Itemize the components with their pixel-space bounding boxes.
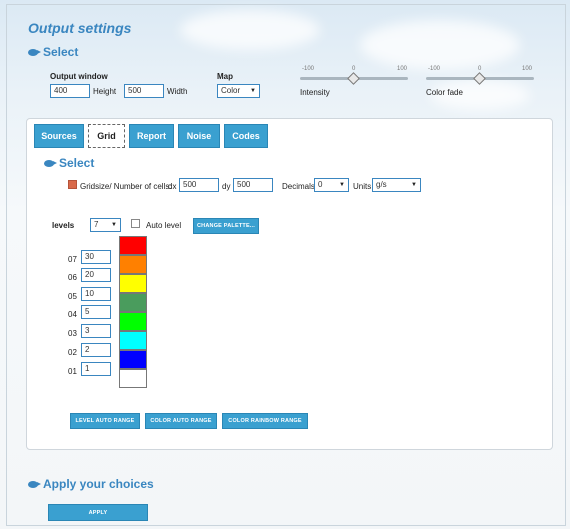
decimals-select[interactable]: 0 ▼ xyxy=(314,178,349,192)
units-label: Units xyxy=(353,182,372,191)
level-id-04: 04 xyxy=(68,310,77,319)
map-label: Map xyxy=(217,72,233,81)
height-input[interactable]: 400 xyxy=(50,84,90,98)
bullet-icon xyxy=(28,48,41,56)
dropdown-arrow-icon: ▼ xyxy=(250,88,256,94)
tab-noise[interactable]: Noise xyxy=(178,124,220,148)
select-heading: Select xyxy=(28,45,78,59)
level-input-03[interactable]: 3 xyxy=(81,324,111,338)
levels-select-value: 7 xyxy=(94,220,99,229)
dx-input[interactable]: 500 xyxy=(179,178,219,192)
level-id-03: 03 xyxy=(68,329,77,338)
apply-heading-label: Apply your choices xyxy=(43,477,154,491)
color-auto-range-button[interactable]: COLOR AUTO RANGE xyxy=(145,413,217,429)
color-swatch-04[interactable] xyxy=(119,293,147,312)
units-select-value: g/s xyxy=(376,180,387,189)
map-select[interactable]: Color ▼ xyxy=(217,84,260,98)
select-heading-label: Select xyxy=(43,45,79,59)
color-swatch-01[interactable] xyxy=(119,350,147,369)
auto-level-label: Auto level xyxy=(146,221,182,230)
width-label: Width xyxy=(167,87,188,96)
dropdown-arrow-icon: ▼ xyxy=(339,182,345,188)
color-swatch-06[interactable] xyxy=(119,255,147,274)
level-input-06[interactable]: 20 xyxy=(81,268,111,282)
units-select[interactable]: g/s ▼ xyxy=(372,178,421,192)
intensity-min: -100 xyxy=(302,66,315,72)
level-auto-range-button[interactable]: LEVEL AUTO RANGE xyxy=(70,413,140,429)
color-fade-label: Color fade xyxy=(426,88,463,97)
color-swatch-extra[interactable] xyxy=(119,369,147,388)
width-input[interactable]: 500 xyxy=(124,84,164,98)
color-swatch-03[interactable] xyxy=(119,312,147,331)
color-rainbow-range-button[interactable]: COLOR RAINBOW RANGE xyxy=(222,413,308,429)
level-input-04[interactable]: 5 xyxy=(81,305,111,319)
color-fade-max: 100 xyxy=(522,66,533,72)
grid-select-heading-label: Select xyxy=(59,156,95,170)
bullet-icon xyxy=(28,480,41,488)
decimals-select-value: 0 xyxy=(318,180,323,189)
level-input-07[interactable]: 30 xyxy=(81,250,111,264)
intensity-mid: 0 xyxy=(352,66,356,72)
output-window-label: Output window xyxy=(50,72,108,81)
apply-heading: Apply your choices xyxy=(28,477,154,491)
intensity-label: Intensity xyxy=(300,88,330,97)
color-fade-min: -100 xyxy=(428,66,441,72)
level-id-06: 06 xyxy=(68,273,77,282)
color-swatch-02[interactable] xyxy=(119,331,147,350)
grid-select-heading: Select xyxy=(44,156,94,170)
dropdown-arrow-icon: ▼ xyxy=(411,182,417,188)
dy-label: dy xyxy=(222,182,231,191)
height-label: Height xyxy=(93,87,117,96)
level-input-01[interactable]: 1 xyxy=(81,362,111,376)
dy-input[interactable]: 500 xyxy=(233,178,273,192)
map-select-value: Color xyxy=(221,86,241,95)
tab-sources[interactable]: Sources xyxy=(34,124,84,148)
tab-codes[interactable]: Codes xyxy=(224,124,268,148)
page-title: Output settings xyxy=(28,20,132,36)
gridsize-label: Gridsize/ Number of cells: xyxy=(80,182,172,191)
bullet-icon xyxy=(44,159,57,167)
level-input-05[interactable]: 10 xyxy=(81,287,111,301)
dx-label: dx xyxy=(168,182,177,191)
gridsize-checkbox[interactable] xyxy=(68,180,77,189)
settings-panel xyxy=(26,118,553,450)
levels-select[interactable]: 7 ▼ xyxy=(90,218,121,232)
intensity-max: 100 xyxy=(397,66,408,72)
color-swatch-07[interactable] xyxy=(119,236,147,255)
apply-button[interactable]: APPLY xyxy=(48,504,148,521)
tab-report[interactable]: Report xyxy=(129,124,174,148)
level-id-02: 02 xyxy=(68,348,77,357)
dropdown-arrow-icon: ▼ xyxy=(111,222,117,228)
color-fade-mid: 0 xyxy=(478,66,482,72)
change-palette-button[interactable]: CHANGE PALETTE... xyxy=(193,218,259,234)
level-id-05: 05 xyxy=(68,292,77,301)
level-input-02[interactable]: 2 xyxy=(81,343,111,357)
color-swatch-05[interactable] xyxy=(119,274,147,293)
decimals-label: Decimals xyxy=(282,182,315,191)
level-id-07: 07 xyxy=(68,255,77,264)
auto-level-checkbox[interactable] xyxy=(131,219,140,228)
levels-label: levels xyxy=(52,221,75,230)
tab-grid[interactable]: Grid xyxy=(88,124,125,148)
level-id-01: 01 xyxy=(68,367,77,376)
